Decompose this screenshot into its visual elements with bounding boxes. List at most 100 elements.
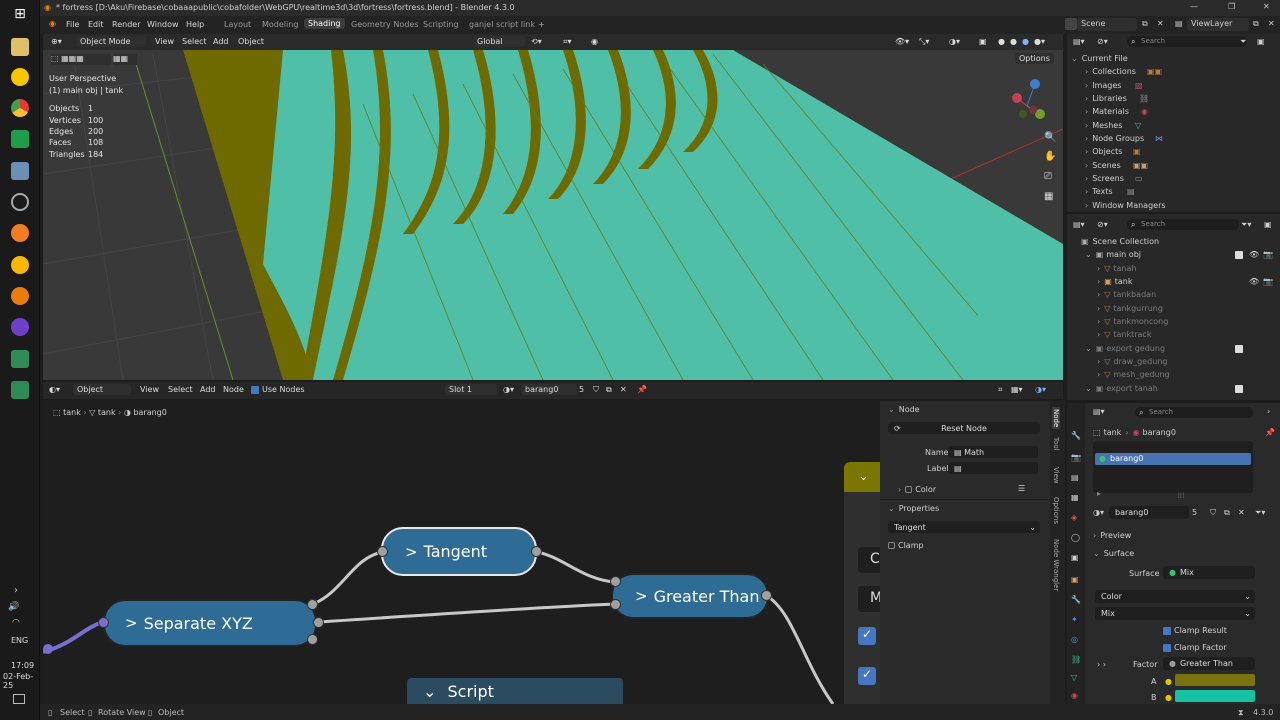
color-checkbox[interactable] xyxy=(905,486,913,493)
menu-help[interactable]: Help xyxy=(186,20,204,29)
transform-orientation-dropdown[interactable]: Global xyxy=(473,36,525,47)
node-menu-add[interactable]: Add xyxy=(200,385,216,394)
snap-node-icon[interactable]: ⌗ xyxy=(998,385,1003,395)
material-tab-icon[interactable]: ◉ xyxy=(1071,691,1078,700)
outliner-row-mesh-gedung[interactable]: › ▽ mesh_gedung xyxy=(1097,370,1170,379)
outliner1-display-icon[interactable]: ⊘▾ xyxy=(1097,37,1108,46)
props-options-icon[interactable]: › xyxy=(1267,407,1270,416)
partial-checkbox-2[interactable]: ✓ xyxy=(858,667,876,685)
separate-z-socket[interactable] xyxy=(307,634,318,645)
constraints-tab-icon[interactable]: ⛓ xyxy=(1071,655,1081,664)
shading-wireframe-icon[interactable]: ● xyxy=(998,37,1005,46)
modifier-tab-icon[interactable]: 🔧 xyxy=(1071,595,1081,604)
main-obj-camera-icon[interactable]: 📷 xyxy=(1263,250,1273,259)
mix-data-type-dropdown[interactable]: Color ⌄ xyxy=(1095,590,1255,603)
app3-icon[interactable] xyxy=(11,350,29,368)
firefox-icon[interactable] xyxy=(11,224,29,242)
outliner-row-tankbadan[interactable]: › ▽ tankbadan xyxy=(1097,290,1156,299)
outliner2-search[interactable]: Search xyxy=(1127,219,1239,230)
props-material-users[interactable]: 5 xyxy=(1192,508,1197,517)
outliner-row-tankgurrung[interactable]: › ▽ tankgurrung xyxy=(1097,304,1163,313)
file-item-libraries[interactable]: › Libraries xyxy=(1085,94,1127,103)
fake-user-icon[interactable]: ⛉ xyxy=(593,385,599,395)
tab-shading[interactable]: Shading xyxy=(304,18,345,29)
scene-tab-icon[interactable]: ◈ xyxy=(1071,513,1077,522)
tray-expand-icon[interactable]: › xyxy=(14,585,18,596)
app2-icon[interactable] xyxy=(11,256,29,274)
file-item-images[interactable]: › Images xyxy=(1085,81,1121,90)
viewport-menu-object[interactable]: Object xyxy=(238,37,264,46)
tab-geometry-nodes[interactable]: Geometry Nodes xyxy=(351,20,418,29)
material-name-field[interactable]: barang0 xyxy=(521,384,577,395)
delete-viewlayer-icon[interactable]: ✕ xyxy=(1268,19,1275,28)
viewport-menu-select[interactable]: Select xyxy=(182,37,207,46)
node-script-chevron-icon[interactable]: ⌄ xyxy=(423,682,436,701)
gizmo-icon[interactable]: ⤡▾ xyxy=(919,37,929,47)
tank-eye-icon[interactable]: 👁 xyxy=(1249,277,1259,286)
spreadsheet-icon[interactable] xyxy=(11,130,29,148)
file-item-meshes[interactable]: › Meshes xyxy=(1085,121,1122,130)
props-unlink-icon[interactable]: ✕ xyxy=(1238,508,1245,517)
separate-input-socket[interactable] xyxy=(98,617,109,628)
node-overlay-icon[interactable]: ◑▾ xyxy=(1035,385,1046,394)
outliner-row-tanktrack[interactable]: › ▽ tanktrack xyxy=(1097,330,1151,339)
outliner-row-tank[interactable]: › ▣ tank xyxy=(1097,277,1133,286)
props-material-name[interactable]: barang0 xyxy=(1109,506,1189,519)
new-viewlayer-icon[interactable]: ⧉ xyxy=(1253,19,1259,29)
color-toggle[interactable]: › Color xyxy=(898,485,936,494)
node-collapse-icon[interactable]: ⌄ xyxy=(844,462,884,492)
tool-tab-icon[interactable]: 🔧 xyxy=(1071,431,1081,440)
color-presets-icon[interactable]: ☰ xyxy=(1018,484,1025,493)
output-tab-icon[interactable]: ▤ xyxy=(1071,473,1079,482)
obs-icon[interactable] xyxy=(11,193,29,211)
render-tab-icon[interactable]: 📷 xyxy=(1071,453,1081,462)
outliner2-new-collection-icon[interactable]: ▣ xyxy=(1264,220,1272,229)
editor-type-icon[interactable]: ⊕▾ xyxy=(51,37,62,46)
add-workspace-button[interactable]: + xyxy=(538,20,545,29)
node-name-field[interactable]: ▤ Math xyxy=(948,446,1038,458)
tank-camera-icon[interactable]: 📷 xyxy=(1263,277,1273,286)
view-layer-tab-icon[interactable]: ▦ xyxy=(1071,493,1079,502)
tab-layout[interactable]: Layout xyxy=(224,20,251,29)
node-editor-type-icon[interactable]: ◐▾ xyxy=(49,385,60,394)
collection-tab-icon[interactable]: ▣ xyxy=(1071,553,1079,562)
close-icon[interactable]: ✕ xyxy=(1263,2,1270,11)
props-editor-icon[interactable]: ▤▾ xyxy=(1093,407,1105,416)
outliner1-filter-icon[interactable]: ⏷ xyxy=(1240,37,1246,47)
tab-modeling[interactable]: Modeling xyxy=(262,20,298,29)
menu-window[interactable]: Window xyxy=(147,20,179,29)
node-tangent[interactable]: > Tangent xyxy=(381,527,537,576)
greater-input-b-socket[interactable] xyxy=(610,599,621,610)
input-a-color-swatch[interactable] xyxy=(1175,674,1255,686)
greater-input-a-socket[interactable] xyxy=(610,576,621,587)
clamp-factor-checkbox[interactable]: Clamp Factor xyxy=(1163,643,1227,652)
main-obj-checkbox[interactable] xyxy=(1235,250,1246,259)
props-duplicate-icon[interactable]: ⧉ xyxy=(1224,508,1230,518)
ortho-toggle-icon[interactable]: ▦ xyxy=(1044,191,1053,202)
minimize-icon[interactable]: — xyxy=(1190,2,1198,11)
math-operation-dropdown[interactable]: Tangent ⌄ xyxy=(888,521,1040,533)
notification-icon[interactable] xyxy=(13,694,25,704)
clamp-result-checkbox[interactable]: Clamp Result xyxy=(1163,626,1227,635)
node-greater-chevron[interactable]: > xyxy=(635,587,648,605)
github-icon[interactable] xyxy=(11,318,29,336)
preview-panel-header[interactable]: › Preview xyxy=(1093,531,1131,540)
file-item-window-managers[interactable]: › Window Managers xyxy=(1085,201,1166,210)
use-nodes-checkbox[interactable]: Use Nodes xyxy=(251,385,305,394)
clamp-checkbox[interactable]: Clamp xyxy=(888,541,924,550)
input-b-color-swatch[interactable] xyxy=(1175,690,1255,702)
tab-ganjel-script-link[interactable]: ganjel script link xyxy=(469,20,535,29)
node-menu-select[interactable]: Select xyxy=(168,385,193,394)
outliner2-display-icon[interactable]: ⊘▾ xyxy=(1097,220,1108,229)
menu-file[interactable]: File xyxy=(66,20,79,29)
node-snap-mode-icon[interactable]: ▦▾ xyxy=(1011,385,1023,394)
physics-tab-icon[interactable]: ◎ xyxy=(1071,635,1078,644)
visibility-icon[interactable]: 👁▾ xyxy=(895,37,909,46)
file-item-collections[interactable]: › Collections xyxy=(1085,67,1136,76)
tangent-output-socket[interactable] xyxy=(531,546,542,557)
node-tangent-chevron[interactable]: > xyxy=(405,543,418,561)
separate-x-socket[interactable] xyxy=(307,599,318,610)
data-tab-icon[interactable]: ▽ xyxy=(1071,673,1077,682)
viewport-menu-add[interactable]: Add xyxy=(213,37,229,46)
node-menu-view[interactable]: View xyxy=(140,385,159,394)
